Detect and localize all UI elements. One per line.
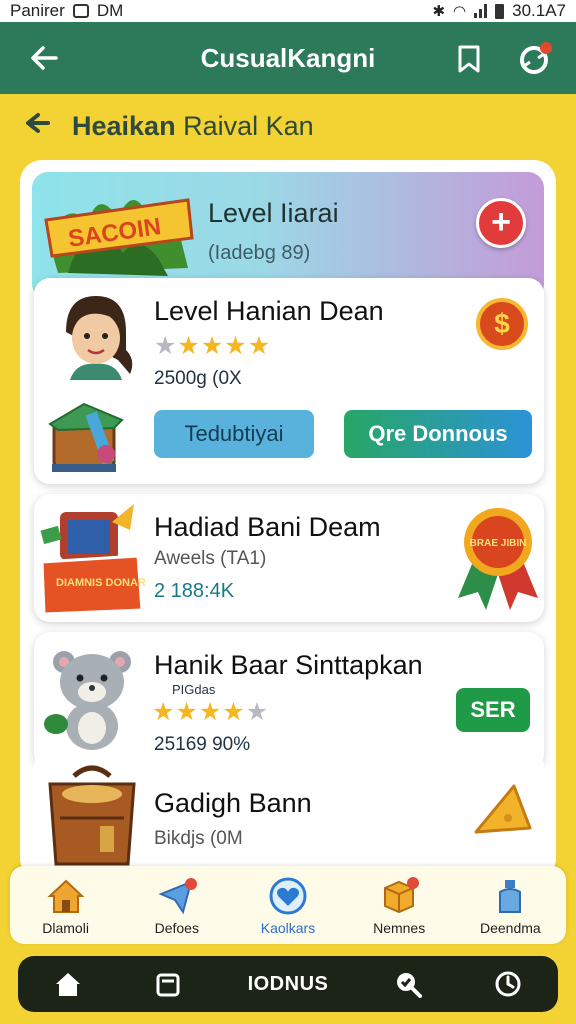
bluetooth-icon: ✱ — [432, 3, 446, 20]
bonus-action-button[interactable]: Qre Donnous — [344, 410, 532, 458]
award-badge-text: BRAE JIBIN — [470, 538, 527, 549]
crate-icon — [48, 765, 136, 866]
battery-icon — [495, 3, 505, 19]
level-card[interactable]: Gadigh Bann Bikdjs (0M — [34, 750, 544, 880]
bookmark-icon[interactable] — [456, 44, 482, 74]
hero-title: Level Iiarai — [208, 198, 339, 228]
avatar — [66, 296, 133, 380]
home-icon[interactable] — [48, 964, 88, 1004]
system-bar: IODNUS — [18, 956, 558, 1012]
add-button[interactable]: + — [476, 198, 526, 248]
nav-label: Kaolkars — [260, 920, 316, 936]
bear-icon — [44, 651, 131, 750]
nav-label: Deendma — [479, 920, 541, 936]
nav-item-send[interactable]: Defoes — [127, 876, 227, 936]
secondary-action-button[interactable]: Tedubtiyai — [154, 410, 314, 458]
section-title-bold: Heaikan — [72, 110, 176, 141]
subheader: Heaikan Raival Kan — [22, 106, 314, 146]
sync-icon[interactable] — [516, 40, 554, 78]
star-rating: ★ ★ ★ ★ ★ — [152, 700, 268, 725]
hero-subtitle: (Iadebg 89) — [208, 242, 311, 264]
star-icon: ★ — [245, 698, 269, 726]
status-left-text: Panirer — [10, 1, 65, 20]
content-panel: SACOIN Level Iiarai (Iadebg 89) + Level … — [20, 160, 556, 880]
nav-item-box[interactable]: Nemnes — [349, 876, 449, 936]
cheese-icon[interactable] — [470, 780, 534, 844]
system-center-label[interactable]: IODNUS — [248, 973, 329, 996]
card-sign-text: DIAMNIS DONAREF — [56, 577, 146, 589]
send-icon — [158, 878, 197, 915]
clock-icon[interactable] — [488, 964, 528, 1004]
card-title: Level Hanian Dean — [154, 296, 384, 326]
section-title: Heaikan Raival Kan — [72, 111, 314, 142]
star-icon: ★ — [224, 332, 247, 360]
level-card[interactable]: DIAMNIS DONAREF Hadiad Bani Deam Aweels … — [34, 494, 544, 622]
home-icon — [47, 879, 85, 913]
card-title: Gadigh Bann — [154, 788, 312, 818]
heart-icon — [269, 877, 307, 915]
status-badge[interactable]: SER — [456, 688, 530, 732]
nav-item-favorites[interactable]: Kaolkars — [238, 876, 338, 936]
card-meta: 2 188:4K — [154, 580, 235, 602]
status-right-text: 30.1A7 — [512, 1, 566, 20]
nav-item-bottle[interactable]: Deendma — [460, 876, 560, 936]
star-icon: ★ — [222, 698, 245, 726]
app-title: CusualKangni — [200, 43, 376, 73]
jungle-badge-icon: SACOIN — [44, 198, 194, 276]
section-title-rest: Raival Kan — [183, 110, 314, 141]
card-subtitle: Aweels (TA1) — [154, 548, 267, 569]
star-icon: ★ — [177, 332, 200, 360]
star-icon: ★ — [198, 698, 222, 726]
camera-icon — [72, 4, 89, 18]
status-bar: Panirer DM ✱ ◠ 30.1A7 — [0, 0, 576, 22]
star-icon: ★ — [154, 332, 177, 360]
nav-label: Nemnes — [373, 920, 426, 936]
star-rating: ★ ★ ★ ★ ★ — [154, 334, 270, 359]
card-title: Hanik Baar Sinttapkan — [154, 650, 423, 680]
recents-icon[interactable] — [148, 964, 188, 1004]
bottle-icon — [499, 880, 522, 913]
card-meta: Bikdjs (0M — [154, 828, 243, 849]
star-icon: ★ — [247, 332, 271, 360]
wifi-icon: ◠ — [453, 3, 467, 20]
bottom-nav: Dlamoli Defoes Kaolkars Nemnes Deendma — [10, 866, 566, 944]
search-icon[interactable] — [388, 964, 428, 1004]
award-ribbon-icon: BRAE JIBIN — [458, 508, 538, 610]
treasure-chest-icon — [48, 402, 124, 472]
star-icon: ★ — [152, 698, 175, 726]
gift-chest-icon: DIAMNIS DONAREF — [40, 504, 146, 616]
nav-item-home[interactable]: Dlamoli — [16, 876, 116, 936]
nav-label: Defoes — [154, 920, 199, 936]
card-tagline: PIGdas — [172, 682, 216, 697]
card-title: Hadiad Bani Deam — [154, 512, 381, 542]
card-meta: 2500g (0X — [154, 368, 242, 389]
signal-icon — [474, 4, 488, 18]
star-icon: ★ — [200, 332, 224, 360]
back-chevron-icon[interactable] — [22, 109, 52, 143]
nav-label: Dlamoli — [42, 920, 89, 936]
star-icon: ★ — [175, 698, 198, 726]
status-clock: DM — [96, 1, 124, 20]
coin-icon[interactable]: $ — [476, 298, 528, 350]
level-card[interactable]: Level Hanian Dean ★ ★ ★ ★ ★ 2500g (0X $ Tedu… — [34, 278, 544, 484]
app-bar: CusualKangni — [0, 22, 576, 94]
box-icon — [384, 877, 420, 914]
